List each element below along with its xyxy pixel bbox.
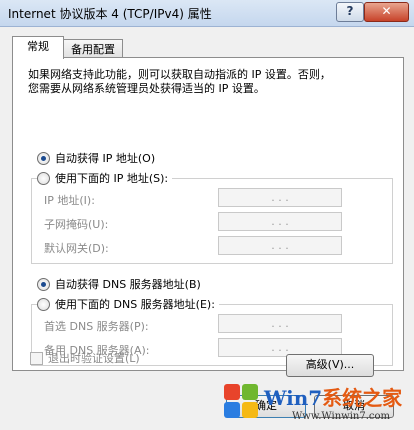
title-bar[interactable]: Internet 协议版本 4 (TCP/IPv4) 属性 ? ✕ [0, 0, 414, 27]
manual-dns-label: 使用下面的 DNS 服务器地址(E): [55, 298, 215, 311]
auto-ip-radio-row[interactable]: 自动获得 IP 地址(O) [37, 150, 155, 166]
manual-ip-radio[interactable] [37, 171, 50, 185]
watermark-url: Www.Winwin7.com [292, 411, 390, 422]
watermark-logo-prefix: Win7 [264, 386, 323, 410]
default-gateway-input[interactable]: . . . [218, 236, 342, 255]
description-text: 如果网络支持此功能，则可以获取自动指派的 IP 设置。否则， 您需要从网络系统管… [28, 68, 393, 96]
manual-dns-radio-row[interactable]: 使用下面的 DNS 服务器地址(E): [37, 296, 219, 312]
subnet-mask-value: . . . [271, 215, 289, 228]
watermark-logo-suffix: 系统之家 [322, 386, 403, 410]
watermark: Win7系统之家 Www.Winwin7.com [224, 382, 414, 430]
manual-ip-label: 使用下面的 IP 地址(S): [55, 172, 169, 185]
subnet-mask-label: 子网掩码(U): [44, 218, 109, 231]
default-gateway-value: . . . [271, 239, 289, 252]
validate-checkbox-row[interactable]: 退出时验证设置(L) [30, 350, 140, 366]
auto-ip-radio[interactable] [37, 151, 50, 165]
description-line-2: 您需要从网络系统管理员处获得适当的 IP 设置。 [28, 82, 265, 95]
auto-dns-radio-row[interactable]: 自动获得 DNS 服务器地址(B) [37, 276, 201, 292]
preferred-dns-value: . . . [271, 317, 289, 330]
close-button[interactable]: ✕ [364, 2, 409, 22]
dialog-client: 常规 备用配置 如果网络支持此功能，则可以获取自动指派的 IP 设置。否则， 您… [0, 27, 414, 430]
manual-ip-group: IP 地址(I): . . . 子网掩码(U): . . . 默认网关(D): … [31, 178, 393, 264]
general-panel: 如果网络支持此功能，则可以获取自动指派的 IP 设置。否则， 您需要从网络系统管… [12, 57, 404, 371]
description-line-1: 如果网络支持此功能，则可以获取自动指派的 IP 设置。否则， [28, 68, 331, 81]
ip-address-value: . . . [271, 191, 289, 204]
advanced-button[interactable]: 高级(V)... [286, 354, 374, 377]
tab-general[interactable]: 常规 [12, 36, 64, 59]
watermark-logo: Win7系统之家 [264, 382, 402, 411]
subnet-mask-input[interactable]: . . . [218, 212, 342, 231]
windows-flag-icon [224, 384, 260, 420]
window-title: Internet 协议版本 4 (TCP/IPv4) 属性 [8, 7, 212, 21]
help-button[interactable]: ? [336, 2, 364, 22]
manual-dns-radio[interactable] [37, 297, 50, 311]
auto-dns-label: 自动获得 DNS 服务器地址(B) [55, 278, 201, 291]
manual-ip-radio-row[interactable]: 使用下面的 IP 地址(S): [37, 170, 173, 186]
auto-dns-radio[interactable] [37, 277, 50, 291]
validate-label: 退出时验证设置(L) [48, 352, 140, 365]
default-gateway-label: 默认网关(D): [44, 242, 109, 255]
preferred-dns-label: 首选 DNS 服务器(P): [44, 320, 149, 333]
preferred-dns-input[interactable]: . . . [218, 314, 342, 333]
auto-ip-label: 自动获得 IP 地址(O) [55, 152, 156, 165]
alternate-dns-value: . . . [271, 341, 289, 354]
ip-address-label: IP 地址(I): [44, 194, 95, 207]
ip-address-input[interactable]: . . . [218, 188, 342, 207]
validate-checkbox[interactable] [30, 351, 43, 365]
